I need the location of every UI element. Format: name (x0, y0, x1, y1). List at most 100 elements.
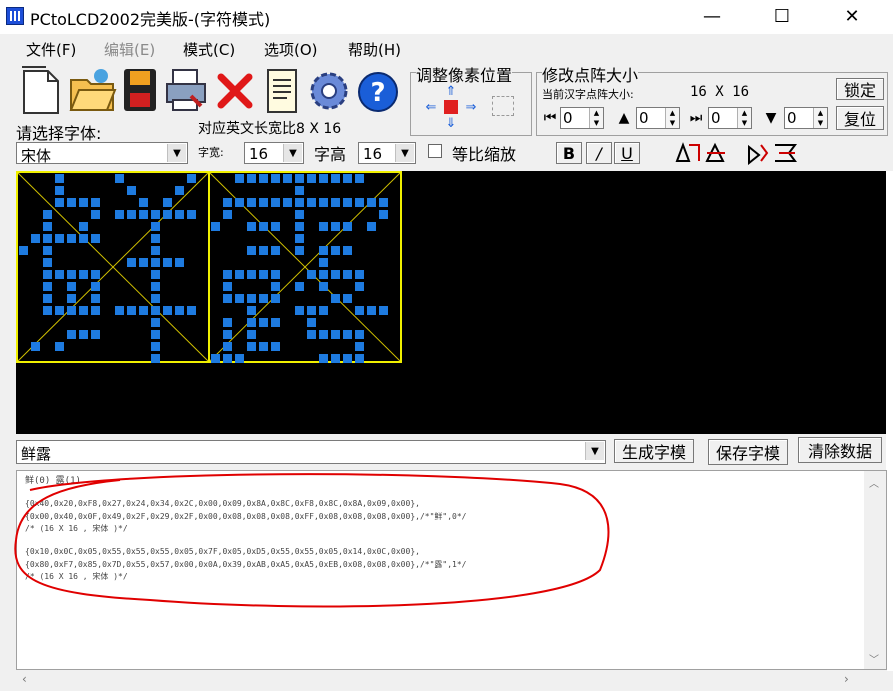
text-input[interactable]: 鲜露 ▼ (16, 440, 606, 464)
minimize-button[interactable]: — (689, 0, 735, 32)
rotate-icon[interactable] (744, 140, 772, 166)
scroll-left-icon[interactable]: ‹ (22, 672, 27, 686)
bold-button[interactable]: B (556, 142, 582, 164)
menu-file[interactable]: 文件(F) (26, 39, 76, 60)
generate-button[interactable]: 生成字模 (614, 439, 694, 463)
glyph-pixel (223, 282, 232, 291)
glyph-pixel (295, 210, 304, 219)
glyph-pixel (343, 270, 352, 279)
help-icon[interactable]: ? (354, 68, 402, 116)
glyph-pixel (151, 210, 160, 219)
shift-left-icon[interactable]: ⇐ (422, 100, 440, 115)
shift-down-icon[interactable]: ⇓ (444, 116, 458, 131)
glyph-pixel (379, 210, 388, 219)
scroll-right-icon[interactable]: › (844, 672, 849, 686)
shift-up-icon[interactable]: ⇑ (444, 84, 458, 99)
glyph-pixel (295, 246, 304, 255)
glyph-pixel (115, 210, 124, 219)
glyph-pixel (55, 270, 64, 279)
italic-button[interactable]: / (586, 142, 612, 164)
glyph-pixel (343, 246, 352, 255)
glyph-pixel (31, 234, 40, 243)
proportional-checkbox[interactable] (428, 144, 442, 158)
bottom-edge-icon[interactable]: ▼ (760, 108, 782, 128)
menu-bar: 文件(F) 编辑(E) 模式(C) 选项(O) 帮助(H) (16, 36, 893, 62)
underline-button[interactable]: U (614, 142, 640, 164)
glyph-pixel (247, 198, 256, 207)
glyph-pixel (319, 246, 328, 255)
glyph-pixel (127, 306, 136, 315)
top-spinner[interactable]: 0 ▲ ▼ (636, 107, 680, 129)
glyph-pixel (43, 222, 52, 231)
glyph-pixel (223, 210, 232, 219)
glyph-pixel (343, 222, 352, 231)
mirror-icon[interactable] (702, 140, 730, 166)
glyph-pixel (79, 234, 88, 243)
bottom-spinner[interactable]: 0 ▲ ▼ (784, 107, 828, 129)
glyph-pixel (307, 318, 316, 327)
glyph-pixel (247, 270, 256, 279)
clear-button[interactable]: 清除数据 (798, 437, 882, 463)
glyph-pixel (67, 306, 76, 315)
char-height-select[interactable]: 16 ▼ (358, 142, 416, 164)
notepad-icon[interactable] (262, 64, 302, 116)
glyph-preview-lu[interactable] (208, 171, 402, 363)
flip-horizontal-icon[interactable] (674, 140, 702, 166)
glyph-preview-xian[interactable] (16, 171, 210, 363)
glyph-pixel (163, 258, 172, 267)
invert-icon[interactable] (772, 140, 800, 166)
current-size-value: 16 X 16 (690, 84, 750, 100)
left-edge-icon[interactable]: ⏮ (540, 108, 560, 128)
glyph-pixel (67, 234, 76, 243)
glyph-pixel (139, 210, 148, 219)
glyph-pixel (343, 174, 352, 183)
glyph-pixel (307, 198, 316, 207)
delete-x-icon[interactable] (212, 68, 258, 114)
glyph-pixel (223, 294, 232, 303)
open-folder-icon[interactable] (66, 64, 118, 116)
glyph-pixel (319, 270, 328, 279)
reset-button[interactable]: 复位 (836, 106, 884, 130)
lock-button[interactable]: 锁定 (836, 78, 884, 100)
horizontal-scrollbar[interactable]: ‹ › (16, 670, 887, 691)
glyph-pixel (139, 198, 148, 207)
font-select[interactable]: 宋体 ▼ (16, 142, 188, 165)
glyph-pixel (307, 174, 316, 183)
menu-edit[interactable]: 编辑(E) (104, 39, 155, 60)
pixel-canvas[interactable] (16, 171, 886, 434)
menu-mode[interactable]: 模式(C) (183, 39, 235, 60)
left-spinner[interactable]: 0 ▲ ▼ (560, 107, 604, 129)
glyph-pixel (91, 282, 100, 291)
glyph-pixel (247, 246, 256, 255)
print-icon[interactable] (160, 64, 212, 116)
right-spinner[interactable]: 0 ▲ ▼ (708, 107, 752, 129)
save-button[interactable]: 保存字模 (708, 439, 788, 465)
glyph-pixel (319, 354, 328, 363)
maximize-button[interactable]: ☐ (759, 0, 805, 32)
top-edge-icon[interactable]: ▲ (614, 108, 634, 128)
gear-icon[interactable] (304, 66, 354, 116)
menu-options[interactable]: 选项(O) (264, 39, 318, 60)
crop-icon[interactable] (492, 96, 514, 116)
glyph-pixel (271, 282, 280, 291)
center-icon[interactable] (444, 100, 458, 114)
scroll-down-icon[interactable]: ﹀ (869, 651, 879, 666)
shift-right-icon[interactable]: ⇒ (462, 100, 480, 115)
char-height-label: 字高 (314, 145, 347, 164)
glyph-pixel (271, 198, 280, 207)
right-edge-icon[interactable]: ⏭ (686, 108, 706, 128)
menu-help[interactable]: 帮助(H) (348, 39, 401, 60)
glyph-pixel (247, 330, 256, 339)
save-disk-icon[interactable] (120, 66, 160, 114)
scroll-up-icon[interactable]: ︿ (869, 475, 879, 490)
choose-font-label: 请选择字体: (16, 124, 102, 143)
glyph-pixel (127, 210, 136, 219)
char-width-select[interactable]: 16 ▼ (244, 142, 304, 164)
new-file-icon[interactable] (18, 64, 66, 116)
close-button[interactable]: ✕ (829, 0, 875, 32)
glyph-pixel (319, 306, 328, 315)
glyph-pixel (343, 198, 352, 207)
output-textarea[interactable]: 鲜(0) 露(1) {0x40,0x20,0xF8,0x27,0x24,0x34… (16, 470, 887, 670)
vertical-scrollbar[interactable]: ︿ ﹀ (864, 471, 886, 669)
glyph-pixel (259, 222, 268, 231)
